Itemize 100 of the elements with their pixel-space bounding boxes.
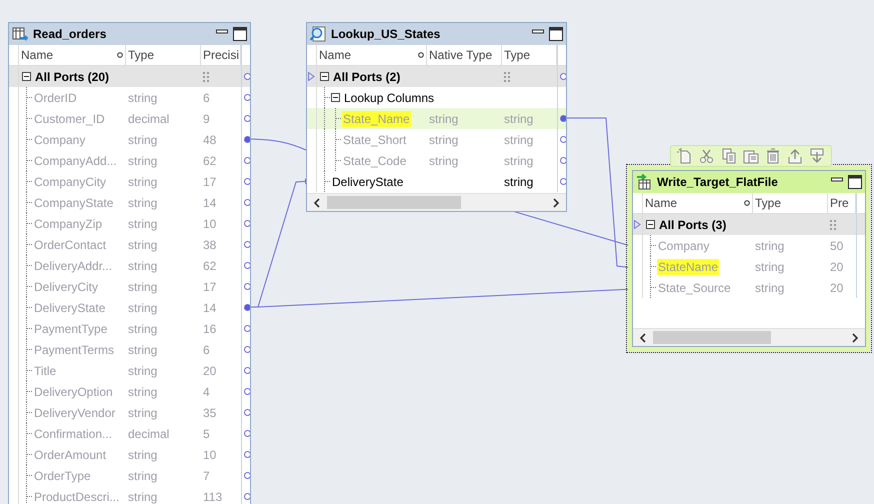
port-icon[interactable] bbox=[244, 157, 250, 164]
collapse-icon[interactable] bbox=[646, 220, 655, 229]
port-row[interactable]: All Ports (20) bbox=[9, 66, 250, 87]
port-icon[interactable] bbox=[244, 451, 250, 458]
port-icon[interactable] bbox=[244, 115, 250, 122]
horizontal-scrollbar[interactable] bbox=[307, 193, 566, 211]
horizontal-scrollbar[interactable] bbox=[633, 328, 865, 346]
port-row[interactable]: DeliveryState string 14 bbox=[9, 297, 250, 318]
port-name: State_Code bbox=[342, 152, 408, 168]
column-header[interactable]: Type bbox=[126, 45, 201, 65]
port-row[interactable]: OrderAmount string 10 bbox=[9, 444, 250, 465]
port-row[interactable]: DeliveryOption string 4 bbox=[9, 381, 250, 402]
port-row[interactable]: Customer_ID decimal 9 bbox=[9, 108, 250, 129]
port-row[interactable]: ProductDescri... string 113 bbox=[9, 486, 250, 504]
cut-icon[interactable] bbox=[699, 148, 715, 164]
port-icon[interactable] bbox=[244, 430, 250, 437]
paste-icon[interactable] bbox=[743, 148, 759, 164]
column-header[interactable]: Type bbox=[502, 45, 557, 65]
scroll-left-icon[interactable] bbox=[639, 332, 647, 342]
port-row[interactable]: All Ports (3) bbox=[633, 214, 865, 235]
move-down-icon[interactable] bbox=[809, 148, 825, 164]
type-cell: string bbox=[128, 238, 158, 252]
port-row[interactable]: Confirmation... decimal 5 bbox=[9, 423, 250, 444]
maximize-icon[interactable] bbox=[848, 175, 862, 189]
port-row[interactable]: PaymentType string 16 bbox=[9, 318, 250, 339]
scroll-left-icon[interactable] bbox=[313, 198, 321, 208]
type-cell: string bbox=[128, 216, 158, 230]
port-icon[interactable] bbox=[244, 304, 250, 311]
scroll-right-icon[interactable] bbox=[851, 332, 859, 342]
port-icon[interactable] bbox=[244, 199, 250, 206]
port-icon[interactable] bbox=[244, 325, 250, 332]
port-icon[interactable] bbox=[560, 73, 566, 80]
precision-cell: 17 bbox=[203, 280, 216, 294]
port-icon[interactable] bbox=[560, 136, 566, 143]
port-icon[interactable] bbox=[244, 283, 250, 290]
port-icon[interactable] bbox=[244, 136, 250, 143]
port-row[interactable]: Title string 20 bbox=[9, 360, 250, 381]
port-row[interactable]: State_Name string string bbox=[307, 108, 566, 129]
column-header[interactable]: Name bbox=[19, 45, 126, 65]
table-icon bbox=[12, 26, 28, 42]
port-row[interactable]: OrderID string 6 bbox=[9, 87, 250, 108]
collapse-icon[interactable] bbox=[331, 93, 340, 102]
column-header[interactable]: Native Type bbox=[427, 45, 502, 65]
port-row[interactable]: Company string 50 bbox=[633, 235, 865, 256]
port-row[interactable]: CompanyState string 14 bbox=[9, 192, 250, 213]
column-header[interactable]: Name bbox=[643, 193, 753, 213]
port-icon[interactable] bbox=[244, 346, 250, 353]
maximize-icon[interactable] bbox=[233, 27, 247, 41]
port-icon[interactable] bbox=[560, 178, 566, 185]
mapping-object[interactable]: Lookup_US_States Name Native Type Type All Ports (2) Lookup Columns State_Name string string State_Short string string State_Code string string DeliveryState string bbox=[306, 22, 567, 212]
port-icon[interactable] bbox=[244, 94, 250, 101]
port-row[interactable]: OrderContact string 38 bbox=[9, 234, 250, 255]
new-document-icon[interactable] bbox=[677, 148, 693, 164]
collapse-icon[interactable] bbox=[320, 72, 329, 81]
port-icon[interactable] bbox=[560, 157, 566, 164]
port-row[interactable]: State_Source string 20 bbox=[633, 277, 865, 298]
column-header[interactable]: Type bbox=[753, 193, 828, 213]
port-row[interactable]: StateName string 20 bbox=[633, 256, 865, 277]
precision-cell: 9 bbox=[203, 112, 210, 126]
precision-cell: 10 bbox=[203, 216, 216, 230]
port-row[interactable]: DeliveryCity string 17 bbox=[9, 276, 250, 297]
port-row[interactable]: DeliveryAddr... string 62 bbox=[9, 255, 250, 276]
port-row[interactable]: CompanyCity string 17 bbox=[9, 171, 250, 192]
port-row[interactable]: CompanyAdd... string 62 bbox=[9, 150, 250, 171]
port-name: OrderContact bbox=[33, 236, 108, 252]
sort-icon bbox=[117, 52, 123, 58]
port-name: DeliveryCity bbox=[33, 278, 100, 294]
port-icon[interactable] bbox=[244, 409, 250, 416]
collapse-icon[interactable] bbox=[22, 72, 31, 81]
copy-icon[interactable] bbox=[721, 148, 737, 164]
column-header[interactable]: Name bbox=[317, 45, 427, 65]
port-row[interactable]: Company string 48 bbox=[9, 129, 250, 150]
port-name: OrderID bbox=[33, 90, 78, 106]
port-icon[interactable] bbox=[560, 115, 566, 122]
maximize-icon[interactable] bbox=[549, 27, 563, 41]
port-row[interactable]: PaymentTerms string 6 bbox=[9, 339, 250, 360]
scroll-thumb[interactable] bbox=[327, 196, 461, 209]
column-header[interactable]: Precisi. bbox=[201, 45, 241, 65]
port-row[interactable]: CompanyZip string 10 bbox=[9, 213, 250, 234]
port-icon[interactable] bbox=[244, 262, 250, 269]
port-row[interactable]: All Ports (2) bbox=[307, 66, 566, 87]
port-icon[interactable] bbox=[244, 73, 250, 80]
delete-icon[interactable] bbox=[765, 148, 781, 164]
move-up-icon[interactable] bbox=[787, 148, 803, 164]
port-icon[interactable] bbox=[244, 388, 250, 395]
port-icon[interactable] bbox=[244, 472, 250, 479]
port-row[interactable]: DeliveryVendor string 35 bbox=[9, 402, 250, 423]
port-name: Title bbox=[33, 362, 58, 378]
port-icon[interactable] bbox=[244, 220, 250, 227]
port-icon[interactable] bbox=[244, 367, 250, 374]
port-row[interactable]: State_Short string string bbox=[307, 129, 566, 150]
column-header[interactable]: Pre bbox=[828, 193, 856, 213]
scroll-thumb[interactable] bbox=[653, 331, 771, 344]
port-row[interactable]: DeliveryState string bbox=[307, 171, 566, 192]
port-icon[interactable] bbox=[244, 241, 250, 248]
port-row[interactable]: OrderType string 7 bbox=[9, 465, 250, 486]
port-icon[interactable] bbox=[244, 493, 250, 500]
port-row[interactable]: State_Code string string bbox=[307, 150, 566, 171]
port-icon[interactable] bbox=[244, 178, 250, 185]
scroll-right-icon[interactable] bbox=[552, 198, 560, 208]
